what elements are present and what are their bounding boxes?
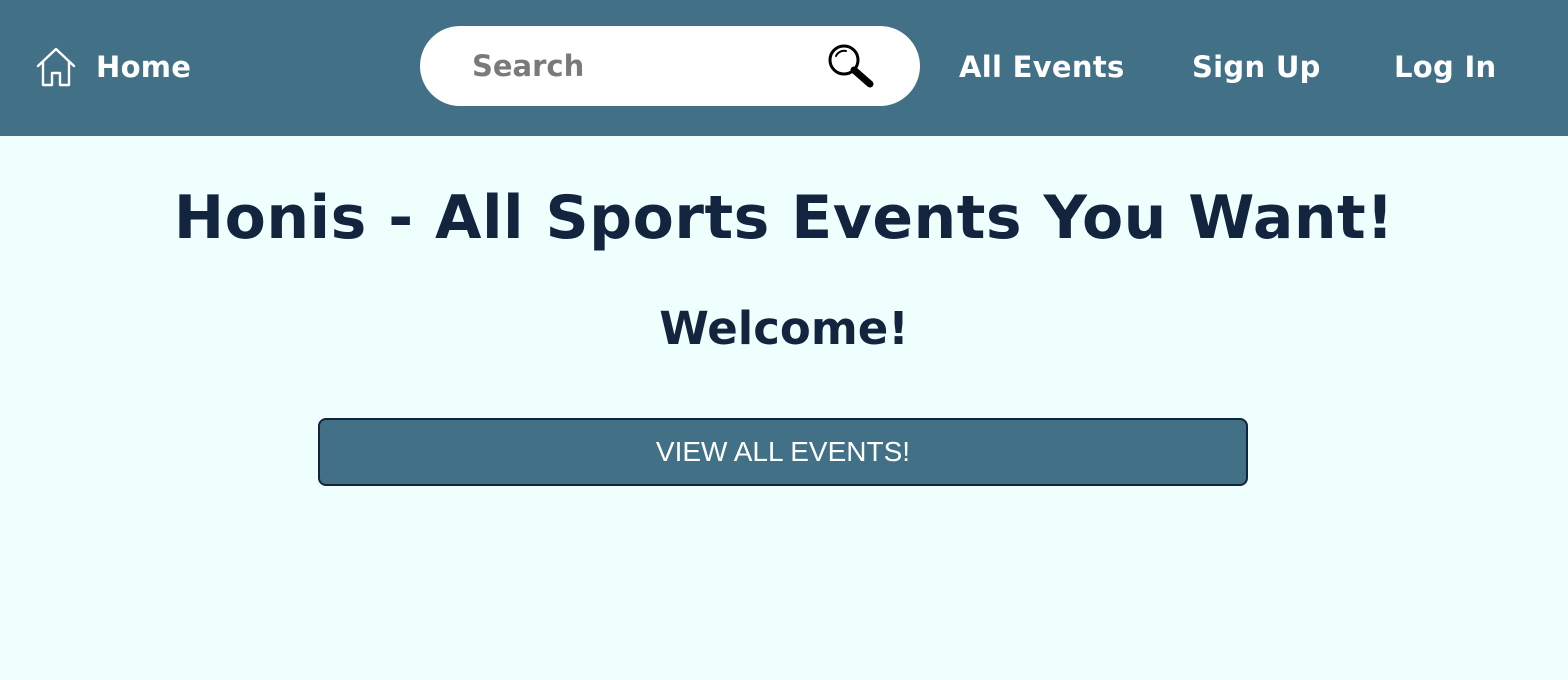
navbar: Home All Events Sign Up Log In: [0, 0, 1568, 136]
search-input[interactable]: [472, 42, 812, 90]
home-label: Home: [96, 50, 192, 84]
view-all-events-button[interactable]: VIEW ALL EVENTS!: [318, 418, 1248, 486]
home-link[interactable]: Home: [34, 44, 191, 90]
nav-log-in-link[interactable]: Log In: [1394, 44, 1497, 90]
magnifier-icon[interactable]: [826, 42, 874, 90]
page-title: Honis - All Sports Events You Want!: [173, 183, 1395, 253]
home-icon: [34, 45, 78, 89]
nav-sign-up-link[interactable]: Sign Up: [1192, 44, 1321, 90]
nav-all-events-link[interactable]: All Events: [959, 44, 1125, 90]
welcome-heading: Welcome!: [659, 302, 909, 355]
